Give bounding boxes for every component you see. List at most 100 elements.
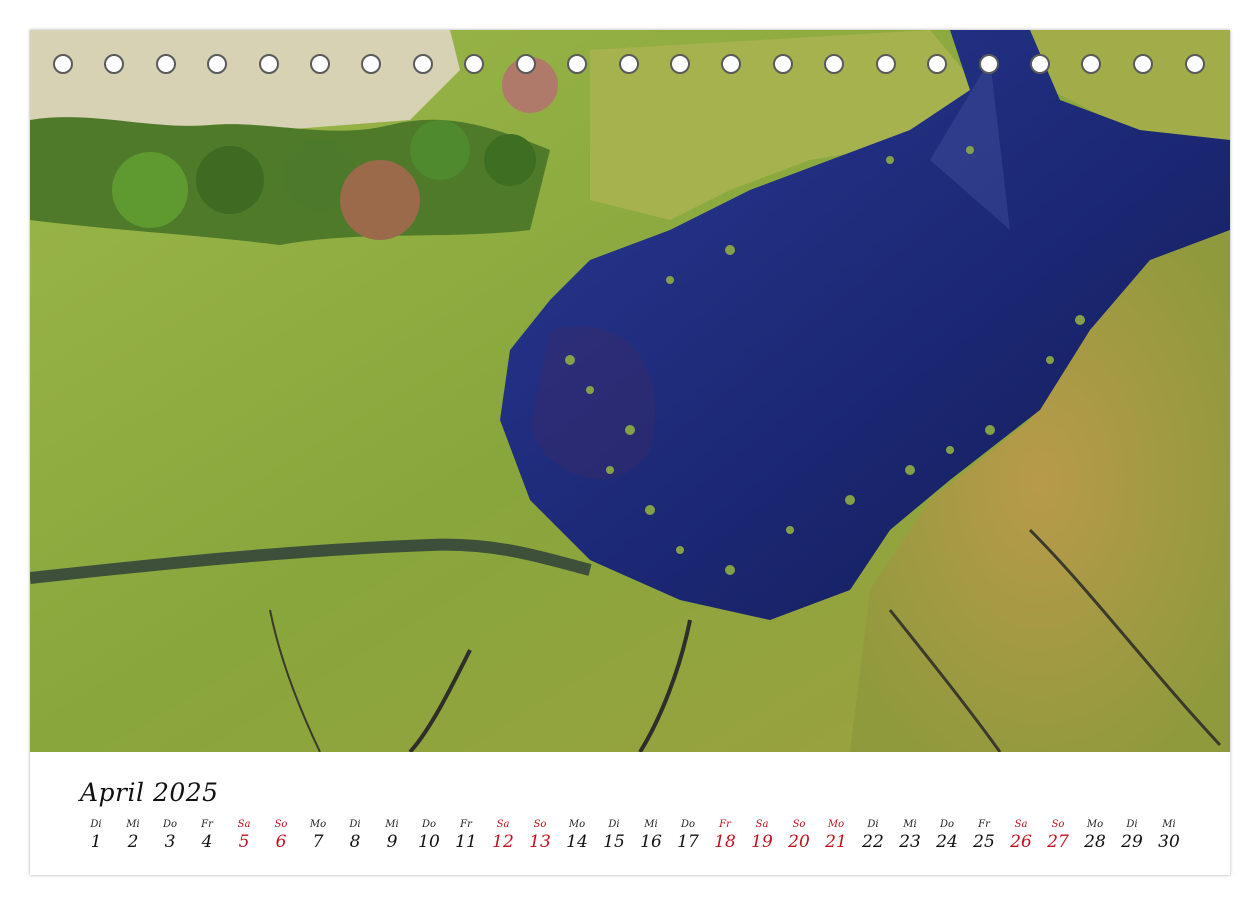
binding-hole (927, 54, 947, 74)
day-cell: Mi 2 (115, 818, 151, 852)
day-number: 19 (751, 832, 773, 852)
wetland-aerial-photo (30, 30, 1230, 752)
day-number: 16 (640, 832, 662, 852)
day-cell: Fr 11 (448, 818, 484, 852)
weekday-label: Mi (385, 819, 399, 830)
day-cell: Do 24 (929, 818, 965, 852)
day-cell: So 27 (1040, 818, 1076, 852)
weekday-label: So (533, 819, 547, 830)
day-cell: So 20 (781, 818, 817, 852)
day-number: 2 (127, 832, 139, 852)
day-number: 17 (677, 832, 699, 852)
weekday-label: Mi (126, 819, 140, 830)
day-number: 15 (603, 832, 625, 852)
day-cell: Di 22 (855, 818, 891, 852)
binding-hole (619, 54, 639, 74)
day-number: 23 (899, 832, 921, 852)
day-cell: Mo 21 (818, 818, 854, 852)
weekday-label: Do (680, 819, 696, 830)
weekday-label: Fr (978, 819, 990, 830)
day-number: 12 (492, 832, 514, 852)
weekday-label: Mi (903, 819, 917, 830)
binding-hole (824, 54, 844, 74)
day-number: 4 (201, 832, 213, 852)
day-number: 21 (825, 832, 847, 852)
day-number: 20 (788, 832, 810, 852)
day-number: 22 (862, 832, 884, 852)
weekday-label: Do (421, 819, 437, 830)
binding-hole (979, 54, 999, 74)
day-number: 18 (714, 832, 736, 852)
calendar-page: April 2025 Di 1 Mi 2 Do 3 Fr 4 Sa 5 So 6 Mo 7 Di 8 Mi 9 Do… (30, 30, 1230, 875)
binding-hole (361, 54, 381, 74)
day-cell: Mi 16 (633, 818, 669, 852)
binding-hole (104, 54, 124, 74)
day-cell: Mi 9 (374, 818, 410, 852)
day-cell: Mo 7 (300, 818, 336, 852)
binding-hole (1030, 54, 1050, 74)
weekday-label: Fr (201, 819, 213, 830)
weekday-label: Di (867, 819, 879, 830)
calendar-strip: April 2025 Di 1 Mi 2 Do 3 Fr 4 Sa 5 So 6 Mo 7 Di 8 Mi 9 Do… (30, 752, 1230, 875)
day-cell: Di 15 (596, 818, 632, 852)
month-title: April 2025 (80, 778, 219, 807)
day-number: 24 (936, 832, 958, 852)
binding-hole (464, 54, 484, 74)
weekday-label: Do (162, 819, 178, 830)
day-cell: Do 3 (152, 818, 188, 852)
weekday-label: So (792, 819, 806, 830)
binding-hole (156, 54, 176, 74)
binding-hole (567, 54, 587, 74)
weekday-label: Sa (496, 819, 510, 830)
weekday-label: Do (939, 819, 955, 830)
day-number: 13 (529, 832, 551, 852)
day-number: 29 (1121, 832, 1143, 852)
day-cell: Di 1 (78, 818, 114, 852)
day-number: 27 (1047, 832, 1069, 852)
day-number: 5 (238, 832, 250, 852)
binding-hole (53, 54, 73, 74)
binding-hole (207, 54, 227, 74)
photo-illustration (30, 30, 1230, 752)
day-cell: Sa 5 (226, 818, 262, 852)
weekday-label: Di (349, 819, 361, 830)
day-cell: So 6 (263, 818, 299, 852)
weekday-label: Mo (309, 819, 327, 830)
day-number: 1 (90, 832, 102, 852)
binding-hole (773, 54, 793, 74)
weekday-label: Di (1126, 819, 1138, 830)
binding-hole (516, 54, 536, 74)
day-cell: Do 10 (411, 818, 447, 852)
weekday-label: Sa (237, 819, 251, 830)
weekday-label: Sa (1014, 819, 1028, 830)
binding-hole (670, 54, 690, 74)
day-number: 14 (566, 832, 588, 852)
day-number: 6 (275, 832, 287, 852)
weekday-label: So (274, 819, 288, 830)
day-number: 25 (973, 832, 995, 852)
day-number: 7 (312, 832, 324, 852)
binding-holes (30, 54, 1230, 80)
day-cell: Mo 14 (559, 818, 595, 852)
day-number: 9 (386, 832, 398, 852)
day-cell: Di 8 (337, 818, 373, 852)
binding-hole (310, 54, 330, 74)
day-number: 10 (418, 832, 440, 852)
day-cell: Fr 25 (966, 818, 1002, 852)
day-number: 3 (164, 832, 176, 852)
day-cell: Fr 18 (707, 818, 743, 852)
day-number: 8 (349, 832, 361, 852)
day-cell: Sa 19 (744, 818, 780, 852)
day-cell: So 13 (522, 818, 558, 852)
day-number: 28 (1084, 832, 1106, 852)
binding-hole (413, 54, 433, 74)
binding-hole (259, 54, 279, 74)
day-cell: Sa 12 (485, 818, 521, 852)
day-cell: Di 29 (1114, 818, 1150, 852)
day-number: 11 (455, 832, 477, 852)
weekday-label: Mi (644, 819, 658, 830)
binding-hole (1081, 54, 1101, 74)
weekday-label: Mo (568, 819, 586, 830)
binding-hole (876, 54, 896, 74)
weekday-label: Mo (827, 819, 845, 830)
